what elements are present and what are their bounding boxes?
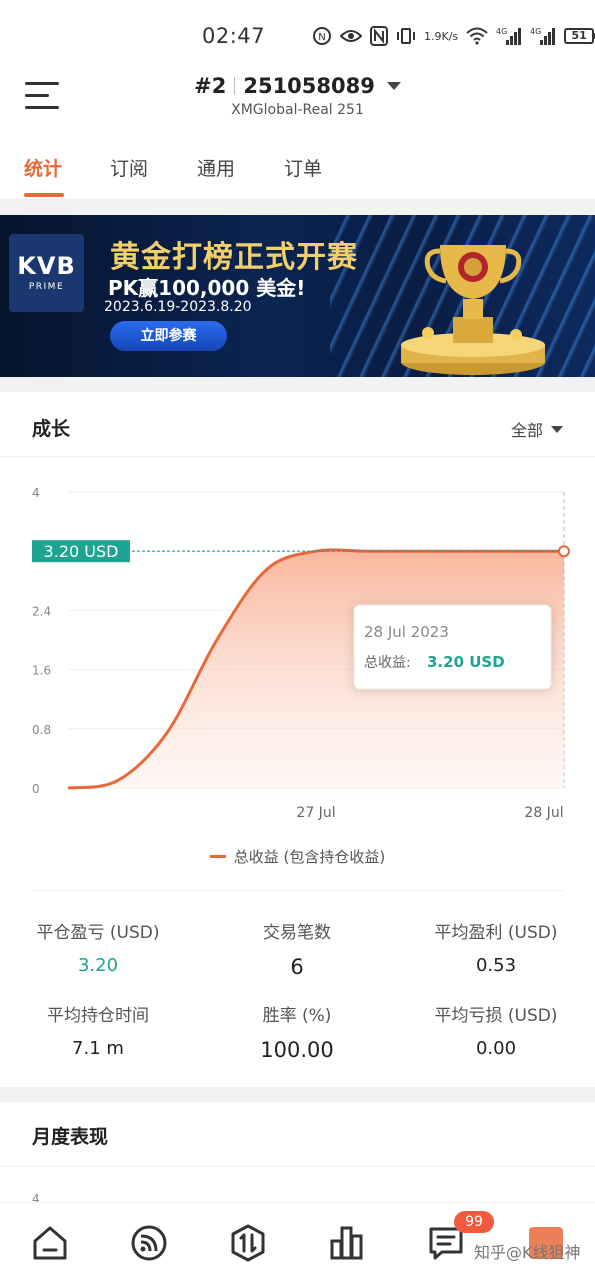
status-time: 02:47 (202, 24, 266, 48)
stat-label: 胜率 (%) (262, 1006, 332, 1026)
x-tick-label: 28 Jul (524, 805, 563, 821)
stat-trade-count: 交易笔数 6 (202, 918, 392, 979)
svg-text:N: N (318, 32, 325, 43)
chart-icon[interactable] (327, 1223, 367, 1263)
tab-active-indicator (24, 193, 64, 197)
app-header: #2 251058089 XMGlobal-Real 251 (0, 66, 595, 130)
net-speed-value: 1.9 (424, 29, 442, 43)
stat-label: 平均盈利 (USD) (434, 923, 558, 943)
nfc-icon (370, 26, 388, 46)
signal-icon: 4G (496, 26, 522, 46)
y-tick-label: 2.4 (32, 604, 51, 618)
nfc-alarm-icon: N (312, 26, 332, 46)
trophy-icon (401, 245, 545, 375)
legend-swatch (209, 854, 226, 858)
monthly-title: 月度表现 (32, 1126, 109, 1148)
chevron-down-icon[interactable] (386, 82, 401, 90)
vibrate-icon (396, 26, 416, 46)
tooltip-date: 28 Jul 2023 (364, 623, 449, 641)
signal1-label: 4G (496, 27, 507, 36)
logo-main: KVB (17, 252, 76, 280)
stat-value: 7.1 m (72, 1038, 124, 1059)
tooltip-label: 总收益: (364, 655, 411, 671)
battery-icon: 51 (564, 28, 595, 44)
banner-subtitle: PK赢100,000 美金! (108, 276, 306, 300)
account-number: 251058089 (243, 74, 375, 98)
stat-avg-loss: 平均亏损 (USD) 0.00 (401, 1001, 591, 1059)
tab-bar: 统计 订阅 通用 订单 (0, 130, 595, 200)
growth-card: 成长 全部 4 2.4 1.6 0.8 0 27 Jul 28 Jul 3.20 USD 28 … (0, 392, 595, 1087)
join-button[interactable]: 立即参赛 (110, 321, 227, 351)
monthly-card: 月度表现 4 (0, 1102, 595, 1212)
home-icon[interactable] (30, 1223, 70, 1263)
divider (0, 1166, 595, 1167)
wifi-icon (466, 27, 488, 45)
y-tick-label: 4 (32, 486, 40, 500)
account-line: #2 251058089 (194, 74, 401, 98)
account-index: #2 (194, 74, 227, 98)
watermark: 知乎@K线狙神 (474, 1243, 581, 1262)
net-speed-unit: K/s (441, 29, 459, 43)
broadcast-icon[interactable] (129, 1223, 169, 1263)
account-separator (234, 77, 236, 95)
stat-value: 6 (290, 955, 304, 979)
bottom-nav: 99 知乎@K线狙神 (0, 1202, 595, 1280)
message-badge: 99 (454, 1211, 494, 1233)
tooltip-box (353, 604, 552, 690)
current-value-text: 3.20 USD (44, 542, 119, 561)
stat-value: 3.20 (77, 955, 119, 976)
account-server: XMGlobal-Real 251 (231, 102, 364, 118)
chart-legend: 总收益 (包含持仓收益) (0, 846, 595, 867)
logo-sub: PRIME (28, 282, 65, 292)
tab-general[interactable]: 通用 (197, 154, 235, 181)
status-icons: N 1.9 K/s 4G 4G 51 (312, 24, 595, 48)
stat-value: 0.53 (475, 955, 517, 976)
data-point-marker (558, 545, 570, 558)
stat-win-rate: 胜率 (%) 100.00 (202, 1001, 392, 1062)
divider (32, 890, 563, 891)
y-tick-label: 0.8 (32, 723, 51, 737)
y-tick-label: 0 (32, 782, 40, 796)
kvb-logo: KVB PRIME (9, 234, 84, 312)
stat-value: 0.00 (475, 1038, 517, 1059)
signal2-label: 4G (530, 27, 541, 36)
banner-dates: 2023.6.19-2023.8.20 (104, 299, 252, 315)
legend-label: 总收益 (包含持仓收益) (233, 848, 386, 866)
stat-avg-profit: 平均盈利 (USD) 0.53 (401, 918, 591, 976)
growth-chart[interactable]: 4 2.4 1.6 0.8 0 27 Jul 28 Jul 3.20 USD 28 Jul 20… (0, 392, 595, 882)
promo-banner[interactable]: KVB PRIME 黄金打榜正式开赛 PK赢100,000 美金! 2023.6… (0, 215, 595, 377)
stat-label: 平均持仓时间 (47, 1006, 149, 1026)
y-tick-label: 1.6 (32, 664, 51, 678)
banner-title: 黄金打榜正式开赛 (110, 240, 358, 275)
stat-value: 100.00 (260, 1038, 334, 1062)
x-tick-label: 27 Jul (296, 805, 335, 821)
tab-statistics[interactable]: 统计 (24, 154, 62, 181)
stat-label: 平均亏损 (USD) (434, 1006, 558, 1026)
stat-avg-hold-time: 平均持仓时间 7.1 m (3, 1001, 193, 1059)
status-bar: 02:47 N 1.9 K/s 4G 4G 51 (0, 0, 595, 66)
stat-label: 交易笔数 (263, 923, 331, 943)
signal-icon: 4G (530, 26, 556, 46)
tab-orders[interactable]: 订单 (284, 154, 322, 181)
tooltip-value: 3.20 USD (427, 653, 505, 671)
stat-label: 平仓盈亏 (USD) (36, 923, 160, 943)
trade-icon[interactable] (228, 1223, 268, 1263)
tab-subscribe[interactable]: 订阅 (110, 154, 148, 181)
stat-closed-pnl: 平仓盈亏 (USD) 3.20 (3, 918, 193, 976)
account-selector[interactable]: #2 251058089 XMGlobal-Real 251 (0, 74, 595, 118)
eye-icon (340, 28, 362, 44)
net-speed: 1.9 K/s (424, 31, 458, 42)
